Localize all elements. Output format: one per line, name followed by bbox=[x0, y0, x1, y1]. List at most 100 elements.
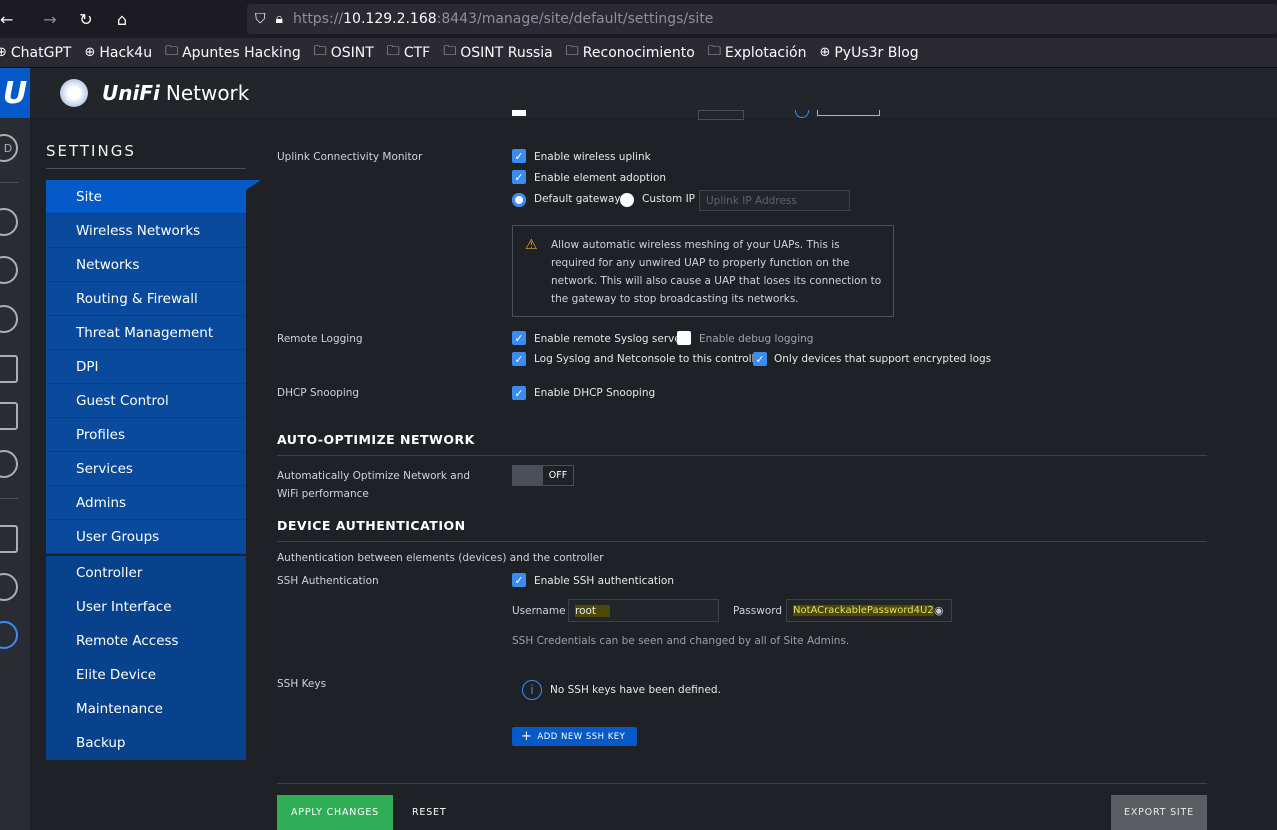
speed-test-row-partial bbox=[277, 110, 1207, 122]
bookmark-label: Apuntes Hacking bbox=[182, 44, 301, 61]
clients-icon[interactable] bbox=[0, 355, 18, 383]
settings-menu-item[interactable]: Threat Management bbox=[46, 316, 246, 350]
bookmark-item[interactable]: 🗀 Apuntes Hacking bbox=[165, 42, 301, 64]
section-divider bbox=[277, 541, 1207, 542]
settings-menu-item[interactable]: Maintenance bbox=[46, 692, 246, 726]
encrypted-logs-checkbox[interactable]: ✓ bbox=[753, 352, 767, 366]
apply-changes-button[interactable]: APPLY CHANGES bbox=[277, 795, 393, 830]
site-switcher-icon[interactable]: D bbox=[0, 134, 18, 162]
auto-optimize-toggle[interactable]: OFF bbox=[512, 465, 574, 486]
remote-syslog-label: Enable remote Syslog server bbox=[534, 333, 686, 345]
settings-menu: Site Wireless Networks Networks Routing & F… bbox=[46, 180, 246, 760]
settings-menu-item[interactable]: User Interface bbox=[46, 590, 246, 624]
settings-menu-item[interactable]: Services bbox=[46, 452, 246, 486]
wireless-uplink-checkbox[interactable]: ✓ bbox=[512, 149, 526, 163]
devices-icon[interactable] bbox=[0, 305, 18, 333]
bookmarks-bar: ⊕ ChatGPT ⊕ Hack4u 🗀 Apuntes Hacking 🗀 OSINT 🗀 CT… bbox=[0, 38, 1277, 68]
home-icon[interactable]: ⌂ bbox=[104, 0, 140, 38]
settings-menu-item[interactable]: Networks bbox=[46, 248, 246, 282]
plus-icon: + bbox=[521, 729, 533, 744]
dhcp-snooping-enable-label: Enable DHCP Snooping bbox=[534, 387, 656, 399]
netconsole-checkbox[interactable]: ✓ bbox=[512, 352, 526, 366]
bookmark-item[interactable]: ⊕ Hack4u bbox=[84, 45, 152, 61]
ssh-username-value: root bbox=[575, 604, 611, 617]
ubiquiti-logo[interactable]: U bbox=[0, 68, 30, 118]
settings-menu-item[interactable]: Routing & Firewall bbox=[46, 282, 246, 316]
left-rail: D bbox=[0, 118, 30, 830]
brand-network: Network bbox=[165, 81, 250, 105]
add-ssh-key-button[interactable]: + ADD NEW SSH KEY bbox=[512, 727, 637, 746]
settings-menu-item[interactable]: Remote Access bbox=[46, 624, 246, 658]
settings-menu-item[interactable]: Profiles bbox=[46, 418, 246, 452]
folder-icon: 🗀 bbox=[313, 43, 327, 59]
auto-optimize-heading: AUTO-OPTIMIZE NETWORK bbox=[277, 432, 475, 447]
bookmark-label: Hack4u bbox=[99, 44, 153, 61]
speed-test-info-icon[interactable] bbox=[795, 110, 809, 118]
folder-icon: 🗀 bbox=[707, 43, 721, 59]
dhcp-snooping-checkbox[interactable]: ✓ bbox=[512, 386, 526, 400]
rail-divider bbox=[0, 182, 18, 183]
speed-test-checkbox[interactable] bbox=[512, 110, 526, 116]
add-ssh-key-label: ADD NEW SSH KEY bbox=[537, 731, 626, 742]
bookmark-item[interactable]: 🗀 OSINT bbox=[314, 42, 374, 64]
forward-icon[interactable]: → bbox=[32, 0, 68, 38]
bookmark-item[interactable]: 🗀 Explotación bbox=[708, 42, 807, 64]
address-bar[interactable]: ⛉ 🔒︎ https://10.129.2.168:8443/manage/si… bbox=[247, 4, 1277, 34]
settings-menu-item[interactable]: Guest Control bbox=[46, 384, 246, 418]
uplink-label: Uplink Connectivity Monitor bbox=[277, 151, 423, 163]
lock-icon: 🔒︎ bbox=[275, 11, 283, 27]
settings-menu-item[interactable]: Controller bbox=[46, 556, 246, 590]
bookmark-label: Reconocimiento bbox=[582, 44, 695, 61]
warning-icon: ⚠ bbox=[525, 237, 538, 253]
bookmark-item[interactable]: ⊕ ChatGPT bbox=[0, 45, 71, 61]
settings-menu-item[interactable]: Backup bbox=[46, 726, 246, 760]
insights-icon[interactable] bbox=[0, 450, 18, 478]
password-label: Password bbox=[733, 605, 783, 617]
username-label: Username bbox=[512, 605, 566, 617]
debug-logging-checkbox[interactable] bbox=[677, 331, 691, 345]
bookmark-label: Explotación bbox=[724, 44, 807, 61]
settings-menu-item[interactable]: Elite Device bbox=[46, 658, 246, 692]
uplink-ip-input[interactable]: Uplink IP Address bbox=[699, 190, 850, 211]
debug-logging-label: Enable debug logging bbox=[699, 333, 814, 345]
events-icon[interactable] bbox=[0, 525, 18, 553]
statistics-icon[interactable] bbox=[0, 402, 18, 430]
mesh-warning-box: ⚠ Allow automatic wireless meshing of yo… bbox=[512, 225, 894, 317]
default-gateway-radio[interactable] bbox=[512, 193, 526, 207]
footer-divider bbox=[277, 783, 1207, 784]
active-menu-indicator bbox=[246, 180, 261, 190]
settings-menu-item[interactable]: Admins bbox=[46, 486, 246, 520]
remote-syslog-checkbox[interactable]: ✓ bbox=[512, 331, 526, 345]
settings-menu-item[interactable]: Wireless Networks bbox=[46, 214, 246, 248]
custom-ip-radio[interactable] bbox=[620, 193, 634, 207]
element-adoption-checkbox[interactable]: ✓ bbox=[512, 170, 526, 184]
bookmark-item[interactable]: ⊕ PyUs3r Blog bbox=[819, 45, 918, 61]
globe-icon: ⊕ bbox=[819, 45, 831, 60]
bookmark-item[interactable]: 🗀 CTF bbox=[387, 42, 430, 64]
bookmark-item[interactable]: 🗀 OSINT Russia bbox=[443, 42, 553, 64]
reset-button[interactable]: RESET bbox=[412, 795, 446, 830]
wireless-uplink-label: Enable wireless uplink bbox=[534, 151, 651, 163]
dashboard-icon[interactable] bbox=[0, 208, 18, 236]
toggle-knob bbox=[513, 466, 543, 485]
reload-icon[interactable]: ↻ bbox=[68, 0, 104, 38]
settings-menu-item[interactable]: Site bbox=[46, 180, 246, 214]
bookmark-item[interactable]: 🗀 Reconocimiento bbox=[566, 42, 695, 64]
ssh-username-input[interactable]: root bbox=[568, 599, 719, 622]
brand-unifi: UniFi bbox=[102, 81, 160, 105]
speed-test-hours-input[interactable] bbox=[698, 110, 744, 120]
url-path: :8443/manage/site/default/settings/site bbox=[436, 11, 714, 27]
alerts-icon[interactable] bbox=[0, 573, 18, 601]
export-site-button[interactable]: EXPORT SITE bbox=[1111, 795, 1207, 830]
ssh-password-input[interactable]: NotACrackablePassword4U2 bbox=[786, 599, 952, 622]
speed-test-button[interactable] bbox=[817, 110, 880, 116]
settings-divider bbox=[46, 168, 246, 169]
ssh-credentials-hint: SSH Credentials can be seen and changed … bbox=[512, 635, 850, 647]
settings-menu-item[interactable]: User Groups bbox=[46, 520, 246, 554]
ssh-auth-checkbox[interactable]: ✓ bbox=[512, 573, 526, 587]
show-password-eye-icon[interactable]: ◉ bbox=[934, 604, 944, 617]
back-icon[interactable]: ← bbox=[0, 0, 14, 38]
settings-menu-item[interactable]: DPI bbox=[46, 350, 246, 384]
settings-gear-icon[interactable] bbox=[0, 621, 18, 649]
topology-icon[interactable] bbox=[0, 256, 18, 284]
